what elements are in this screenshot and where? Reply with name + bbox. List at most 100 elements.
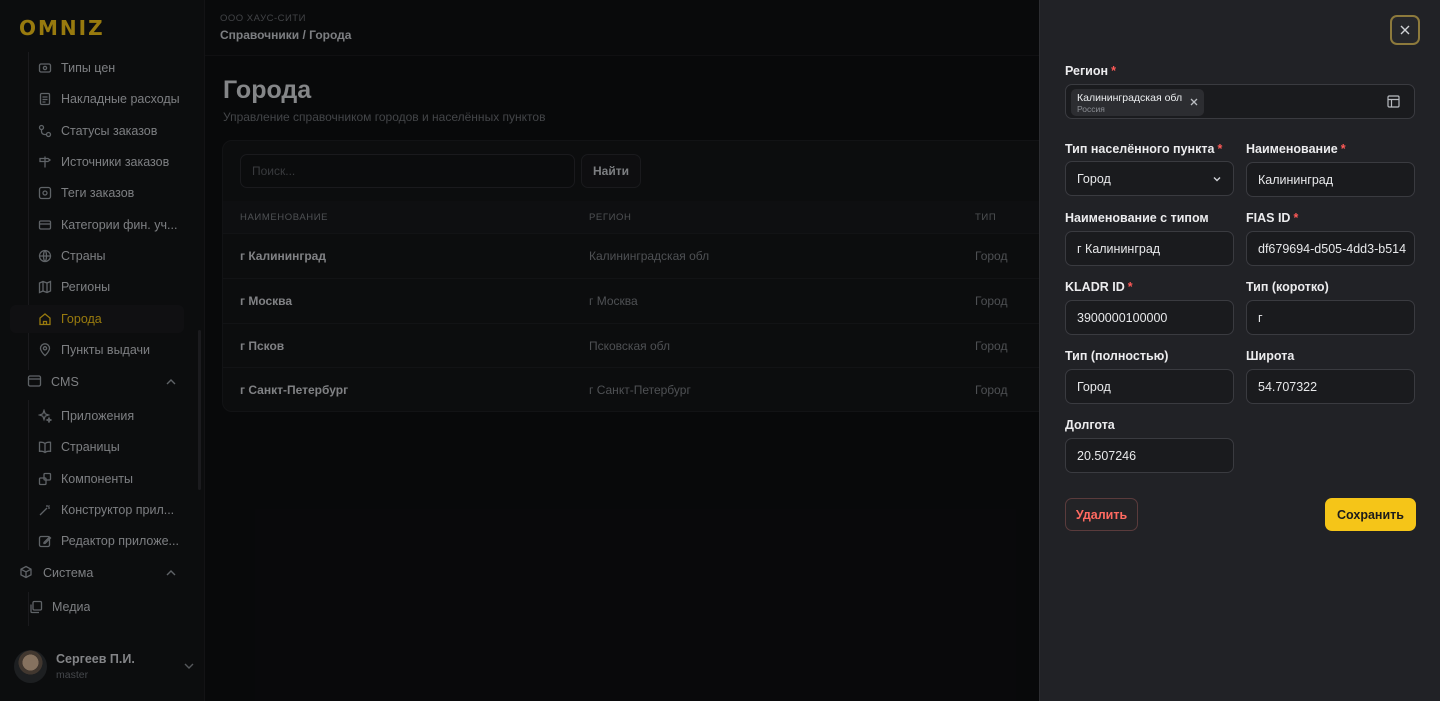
sidebar-item-pickup-points[interactable]: Пункты выдачи: [10, 336, 184, 364]
required-mark: *: [1217, 142, 1223, 156]
kladr-input[interactable]: 3900000100000: [1065, 300, 1234, 335]
cell-name: г Псков: [240, 339, 285, 353]
column-header-region[interactable]: РЕГИОН: [589, 212, 632, 223]
app-window: OMNIZ Типы цен Накладные расходы Статусы…: [0, 0, 1440, 701]
sidebar-item-regions[interactable]: Регионы: [10, 273, 184, 301]
cell-region: г Москва: [589, 294, 638, 308]
sidebar-group-system[interactable]: Система: [10, 559, 184, 587]
book-icon: [37, 439, 53, 455]
signpost-icon: [37, 154, 53, 170]
kladr-label-text: KLADR ID: [1065, 280, 1125, 294]
table-row[interactable]: г Псков Псковская обл Город: [223, 323, 1051, 368]
type-full-input[interactable]: Город: [1065, 369, 1234, 404]
user-info: Сергеев П.И. master: [56, 652, 135, 681]
cell-region: Псковская обл: [589, 339, 670, 353]
document-icon: [37, 91, 53, 107]
region-chip-value: Калининградская обл: [1077, 91, 1183, 104]
search-input[interactable]: Поиск...: [240, 154, 575, 188]
latitude-label: Широта: [1246, 349, 1295, 363]
sidebar-item-media[interactable]: Медиа: [10, 593, 184, 621]
brand-logo[interactable]: OMNIZ: [19, 16, 105, 40]
card-icon: [37, 217, 53, 233]
sidebar-item-label: Источники заказов: [61, 155, 170, 169]
cell-region: г Санкт-Петербург: [589, 383, 691, 397]
sidebar-group-label: Система: [43, 566, 94, 580]
sidebar-item-cities[interactable]: Города: [10, 305, 184, 333]
find-button[interactable]: Найти: [581, 154, 641, 188]
table-picker-icon[interactable]: [1387, 95, 1400, 111]
sidebar-item-price-types[interactable]: Типы цен: [10, 54, 184, 82]
top-bar: ООО ХАУС-СИТИ Справочники / Города: [205, 0, 1040, 56]
cities-table-card: Поиск... Найти НАИМЕНОВАНИЕ РЕГИОН ТИП г…: [222, 140, 1052, 412]
cell-name: г Москва: [240, 294, 293, 308]
delete-button[interactable]: Удалить: [1065, 498, 1138, 531]
region-chip-text: Калининградская обл Россия: [1077, 92, 1182, 114]
sidebar-item-order-statuses[interactable]: Статусы заказов: [10, 117, 184, 145]
remove-chip-icon[interactable]: [1190, 97, 1198, 109]
sidebar-item-components[interactable]: Компоненты: [10, 465, 184, 493]
required-mark: *: [1340, 142, 1346, 156]
chevron-down-icon: [1212, 173, 1222, 187]
longitude-label: Долгота: [1065, 418, 1115, 432]
required-mark: *: [1127, 280, 1133, 294]
sidebar-item-label: Статусы заказов: [61, 124, 158, 138]
media-icon: [28, 599, 44, 615]
sidebar-item-pages[interactable]: Страницы: [10, 433, 184, 461]
name-input[interactable]: Калининград: [1246, 162, 1415, 197]
sidebar-item-countries[interactable]: Страны: [10, 242, 184, 270]
latitude-input[interactable]: 54.707322: [1246, 369, 1415, 404]
name-with-type-input[interactable]: г Калининград: [1065, 231, 1234, 266]
type-full-label: Тип (полностью): [1065, 349, 1169, 363]
sidebar-item-label: Регионы: [61, 280, 111, 294]
table-row[interactable]: г Москва г Москва Город: [223, 278, 1051, 323]
settlement-type-select[interactable]: Город: [1065, 161, 1234, 196]
sidebar-item-app-builder[interactable]: Конструктор прил...: [10, 496, 184, 524]
sidebar-item-order-sources[interactable]: Источники заказов: [10, 148, 184, 176]
user-menu[interactable]: Сергеев П.И. master: [14, 648, 194, 684]
table-header: НАИМЕНОВАНИЕ РЕГИОН ТИП: [223, 201, 1051, 233]
region-field[interactable]: Калининградская обл Россия: [1065, 84, 1415, 119]
sidebar-group-label: CMS: [51, 375, 79, 389]
save-button[interactable]: Сохранить: [1325, 498, 1416, 531]
sidebar-item-applications[interactable]: Приложения: [10, 402, 184, 430]
close-icon: [1400, 22, 1410, 38]
sidebar-item-label: Страны: [61, 249, 106, 263]
sidebar-item-finance-categories[interactable]: Категории фин. уч...: [10, 211, 184, 239]
cell-type: Город: [975, 249, 1008, 263]
sidebar-item-label: Компоненты: [61, 472, 134, 486]
sidebar-item-app-editor[interactable]: Редактор приложе...: [10, 527, 184, 555]
cell-type: Город: [975, 294, 1008, 308]
column-header-type[interactable]: ТИП: [975, 212, 996, 223]
table-row[interactable]: г Калининград Калининградская обл Город: [223, 233, 1051, 278]
cell-name: г Санкт-Петербург: [240, 383, 349, 397]
table-row[interactable]: г Санкт-Петербург г Санкт-Петербург Горо…: [223, 367, 1051, 412]
sidebar-item-label: Приложения: [61, 409, 135, 423]
edit-city-drawer: Регион * Калининградская обл Россия Тип н…: [1039, 0, 1440, 701]
sidebar-group-cms[interactable]: CMS: [10, 368, 184, 396]
edit-icon: [37, 533, 53, 549]
longitude-input[interactable]: 20.507246: [1065, 438, 1234, 473]
logo-text: OMNIZ: [19, 16, 105, 40]
settlement-type-value: Город: [1077, 171, 1111, 186]
chevron-down-icon: [184, 661, 194, 672]
region-label-text: Регион: [1065, 64, 1109, 78]
sidebar-item-overheads[interactable]: Накладные расходы: [10, 85, 184, 113]
breadcrumb[interactable]: Справочники / Города: [220, 28, 351, 42]
fias-label: FIAS ID *: [1246, 211, 1298, 225]
sidebar-scrollbar[interactable]: [198, 330, 201, 490]
name-label: Наименование *: [1246, 142, 1346, 156]
price-tag-icon: [37, 60, 53, 76]
fias-input[interactable]: df679694-d505-4dd3-b514: [1246, 231, 1415, 266]
sidebar-item-order-tags[interactable]: Теги заказов: [10, 179, 184, 207]
page-subtitle: Управление справочником городов и населё…: [223, 110, 546, 124]
region-chip-country: Россия: [1077, 103, 1105, 114]
type-short-input[interactable]: г: [1246, 300, 1415, 335]
user-name: Сергеев П.И.: [56, 651, 135, 666]
sidebar-item-label: Города: [61, 312, 102, 326]
building-icon: [37, 311, 53, 327]
type-short-label: Тип (коротко): [1246, 280, 1329, 294]
settlement-type-label: Тип населённого пункта *: [1065, 142, 1222, 156]
close-button[interactable]: [1390, 15, 1420, 45]
column-header-name[interactable]: НАИМЕНОВАНИЕ: [240, 212, 328, 223]
sidebar-item-label: Конструктор прил...: [61, 503, 175, 517]
